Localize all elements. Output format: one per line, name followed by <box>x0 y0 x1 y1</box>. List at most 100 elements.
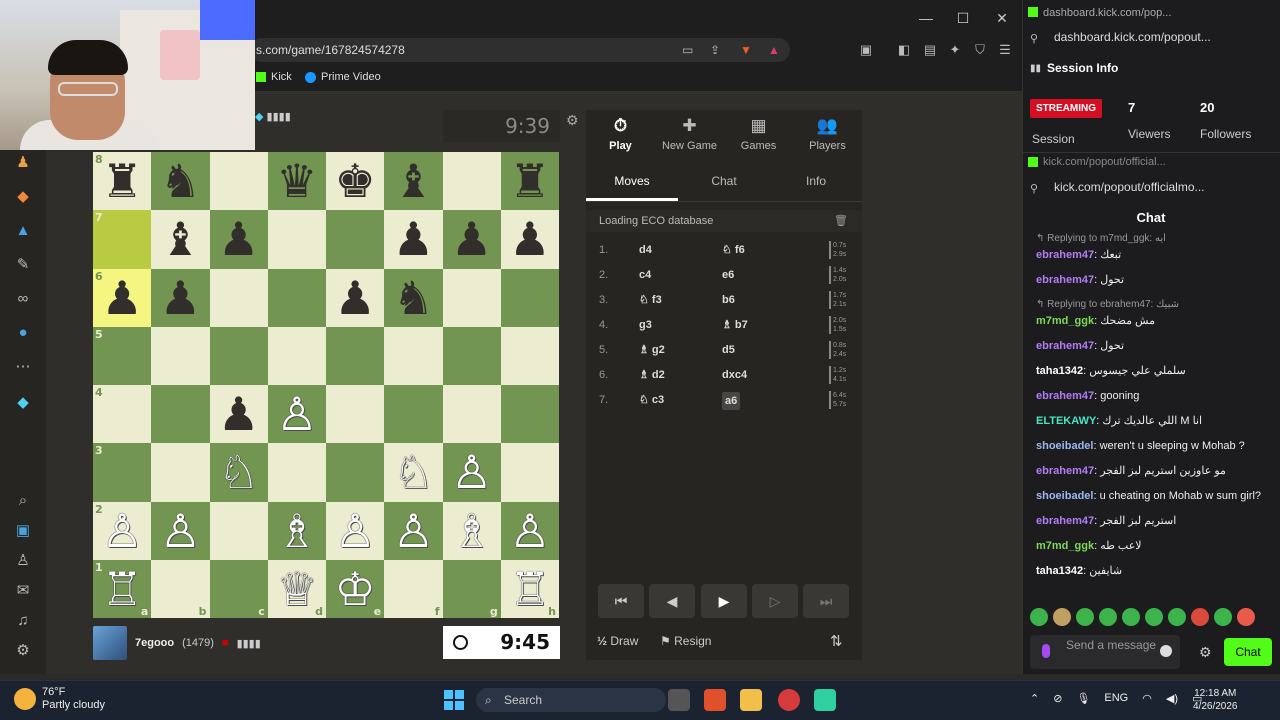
black-move[interactable]: e6 <box>722 263 734 288</box>
chat-username[interactable]: ebrahem47 <box>1036 249 1094 261</box>
square-d7[interactable] <box>267 210 326 269</box>
mic-icon[interactable] <box>1042 644 1050 658</box>
piece[interactable]: ♘ <box>218 449 259 495</box>
square-d5[interactable] <box>267 326 326 385</box>
piece[interactable]: ♙ <box>335 508 376 554</box>
chat-input[interactable]: Send a message <box>1030 635 1180 669</box>
draw-button[interactable]: ½ Draw <box>597 634 638 648</box>
piece[interactable]: ♕ <box>276 566 317 612</box>
black-move[interactable]: a6 <box>722 392 741 410</box>
puzzles-icon[interactable]: ◆ <box>12 186 34 208</box>
piece[interactable]: ♙ <box>509 508 550 554</box>
square-g4[interactable] <box>442 385 501 444</box>
piece[interactable]: ♖ <box>102 566 143 612</box>
piece[interactable]: ♚ <box>335 158 376 204</box>
square-a6[interactable]: 6 ♟ <box>93 268 152 327</box>
rewards-icon[interactable]: ▲ <box>768 38 780 62</box>
system-clock[interactable]: 12:18 AM 4/26/2026 <box>1193 687 1238 713</box>
black-move[interactable]: d5 <box>722 338 735 363</box>
square-e6[interactable]: ♟ <box>326 268 385 327</box>
chat-send-button[interactable]: Chat <box>1224 638 1272 666</box>
square-a5[interactable]: 5 <box>93 326 152 385</box>
settings-icon[interactable]: ⚙ <box>12 640 34 662</box>
popout-address[interactable]: dashboard.kick.com/popout... <box>1054 30 1211 44</box>
black-move[interactable]: b6 <box>722 288 735 313</box>
square-d8[interactable]: ♛ <box>267 152 326 211</box>
square-d4[interactable]: ♙ <box>267 385 326 444</box>
piece[interactable]: ♗ <box>276 508 317 554</box>
play-button[interactable]: ▶ <box>701 584 747 618</box>
square-e3[interactable] <box>326 443 385 502</box>
emote-icon[interactable] <box>1076 608 1094 626</box>
search-icon[interactable]: ⌕ <box>12 490 34 512</box>
piece[interactable]: ♜ <box>509 158 550 204</box>
piece[interactable]: ♟ <box>218 216 259 262</box>
screenshot-icon[interactable]: ▣ <box>856 40 876 60</box>
white-move[interactable]: c4 <box>639 263 651 288</box>
white-move[interactable]: g3 <box>639 313 652 338</box>
tab-new-game[interactable]: ✚ New Game <box>655 110 724 158</box>
piece[interactable]: ♘ <box>393 449 434 495</box>
square-f6[interactable]: ♞ <box>384 268 443 327</box>
white-move[interactable]: d4 <box>639 238 652 263</box>
learn-icon[interactable]: ▲ <box>12 220 34 242</box>
menu-icon[interactable]: ☰ <box>995 40 1015 60</box>
piece[interactable]: ♟ <box>102 275 143 321</box>
taskbar-search[interactable]: ⌕ Search <box>476 688 666 712</box>
emote-icon[interactable] <box>1191 608 1209 626</box>
piece[interactable]: ♟ <box>160 275 201 321</box>
leo-icon[interactable]: ✦ <box>945 40 965 60</box>
chat-username[interactable]: taha1342 <box>1036 565 1083 577</box>
square-b6[interactable]: ♟ <box>151 268 210 327</box>
white-move[interactable]: ♗ d2 <box>639 363 665 388</box>
location-icon[interactable]: ⊘ <box>1053 692 1062 705</box>
square-c6[interactable] <box>209 268 268 327</box>
white-move[interactable]: ♘ c3 <box>639 388 664 413</box>
chat-username[interactable]: ebrahem47 <box>1036 390 1094 402</box>
piece[interactable]: ♞ <box>393 275 434 321</box>
language-indicator[interactable]: ENG <box>1104 692 1128 705</box>
square-h2[interactable]: ♙ <box>500 501 559 560</box>
weather-widget[interactable]: 76°F Partly cloudy <box>14 686 105 712</box>
square-b8[interactable]: ♞ <box>151 152 210 211</box>
square-b3[interactable] <box>151 443 210 502</box>
piece[interactable]: ♙ <box>102 508 143 554</box>
chat-username[interactable]: shoeibadel <box>1036 440 1093 452</box>
minimize-icon[interactable]: — <box>916 8 936 28</box>
square-f2[interactable]: ♙ <box>384 501 443 560</box>
black-move[interactable]: ♘ f6 <box>722 238 745 263</box>
square-f7[interactable]: ♟ <box>384 210 443 269</box>
trash-icon[interactable]: 🗑 <box>834 210 848 232</box>
emote-icon[interactable] <box>1168 608 1186 626</box>
wallet-icon[interactable]: ▤ <box>920 40 940 60</box>
start-button[interactable] <box>444 690 464 710</box>
square-c7[interactable]: ♟ <box>209 210 268 269</box>
square-g5[interactable] <box>442 326 501 385</box>
maximize-icon[interactable]: ☐ <box>953 8 973 28</box>
square-e7[interactable] <box>326 210 385 269</box>
square-d6[interactable] <box>267 268 326 327</box>
first-move-button[interactable]: ⏮ <box>598 584 644 618</box>
square-f1[interactable]: f <box>384 559 443 618</box>
piece[interactable]: ♙ <box>451 449 492 495</box>
social-icon[interactable]: ● <box>12 322 34 344</box>
piece[interactable]: ♛ <box>276 158 317 204</box>
emote-icon[interactable] <box>1122 608 1140 626</box>
square-f4[interactable] <box>384 385 443 444</box>
piece[interactable]: ♟ <box>393 216 434 262</box>
emote-icon[interactable] <box>1214 608 1232 626</box>
piece[interactable]: ♔ <box>335 566 376 612</box>
shield-icon[interactable]: ⛉ <box>970 40 990 60</box>
square-c2[interactable] <box>209 501 268 560</box>
square-d2[interactable]: ♗ <box>267 501 326 560</box>
square-e5[interactable] <box>326 326 385 385</box>
chat-site-info-icon[interactable]: ⚲ <box>1030 182 1038 195</box>
emoji-icon[interactable] <box>1160 645 1172 657</box>
square-f3[interactable]: ♘ <box>384 443 443 502</box>
chevron-up-icon[interactable]: ⌃ <box>1030 692 1039 705</box>
square-c5[interactable] <box>209 326 268 385</box>
chat-username[interactable]: shoeibadel <box>1036 490 1093 502</box>
square-e8[interactable]: ♚ <box>326 152 385 211</box>
tab-info[interactable]: Info <box>770 166 862 201</box>
brave-shield-icon[interactable]: ▼ <box>740 38 752 62</box>
